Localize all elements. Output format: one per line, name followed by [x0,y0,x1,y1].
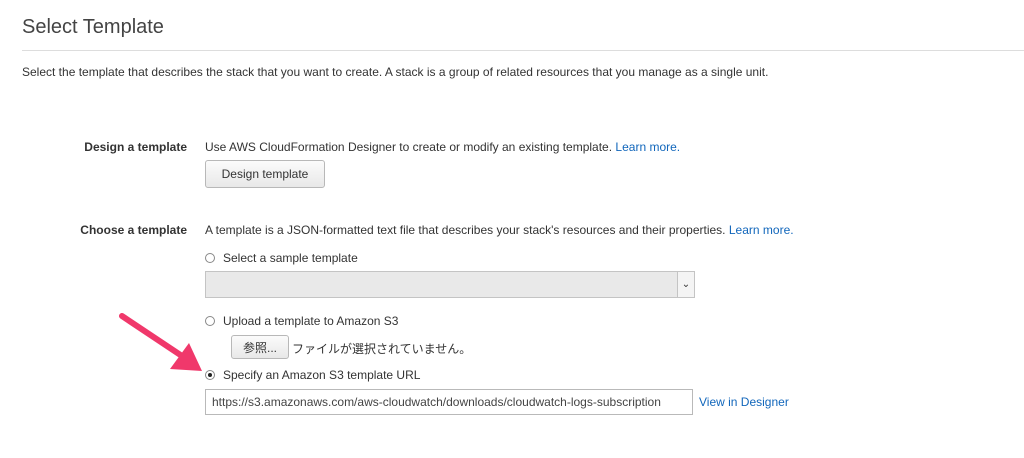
pointer-arrow-icon [119,313,202,371]
select-template-page: Select Template Select the template that… [0,0,1024,458]
